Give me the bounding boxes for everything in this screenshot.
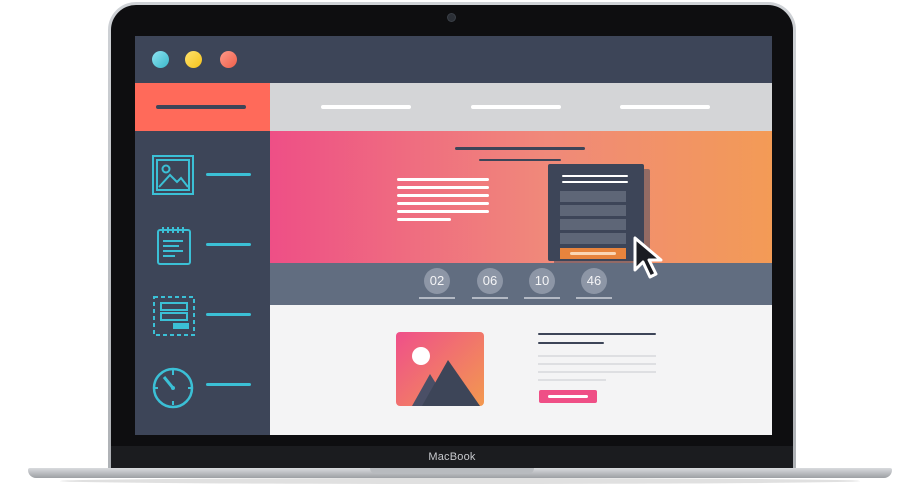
sidebar-item-timer[interactable] — [135, 352, 270, 412]
hero-banner — [270, 131, 772, 263]
content-text-line — [538, 355, 656, 357]
hero-text-line — [397, 186, 489, 189]
form-title-line — [562, 175, 628, 177]
form-submit-button[interactable] — [560, 248, 626, 259]
form-input[interactable] — [560, 191, 626, 202]
hero-text-line — [397, 202, 489, 205]
laptop-shadow — [60, 478, 860, 484]
form-input[interactable] — [560, 219, 626, 230]
countdown-underline — [472, 297, 508, 299]
notepad-icon — [157, 227, 191, 265]
hero-text-line — [397, 218, 451, 221]
cta-button[interactable] — [539, 390, 597, 403]
countdown-value: 06 — [477, 268, 503, 294]
hero-text-line — [397, 194, 489, 197]
sidebar-item-image[interactable] — [135, 142, 270, 202]
sidebar-item-line — [206, 313, 251, 316]
content-text-line — [538, 371, 656, 373]
hero-title-line — [455, 147, 585, 150]
hero-text-line — [397, 210, 489, 213]
sidebar-item-line — [206, 383, 251, 386]
content-text-line — [538, 363, 656, 365]
countdown-value: 46 — [581, 268, 607, 294]
image-icon — [152, 155, 194, 195]
countdown-underline — [419, 297, 455, 299]
form-input[interactable] — [560, 205, 626, 216]
content-section — [270, 305, 772, 435]
content-title-line — [538, 333, 656, 335]
sidebar-header-line — [156, 105, 246, 109]
hero-text-line — [397, 178, 489, 181]
countdown-underline — [576, 297, 612, 299]
hero-subtitle-line — [479, 159, 561, 161]
window-close-button[interactable] — [152, 51, 169, 68]
countdown-value: 02 — [424, 268, 450, 294]
countdown-strip — [270, 263, 772, 305]
sidebar-item-layout[interactable] — [135, 282, 270, 342]
sidebar-item-line — [206, 173, 251, 176]
feature-image — [396, 332, 484, 406]
timer-icon — [152, 367, 194, 409]
brand-label: MacBook — [428, 451, 476, 463]
webcam-icon — [448, 14, 455, 21]
mouse-cursor-icon — [633, 236, 663, 279]
image-placeholder-icon — [412, 347, 480, 406]
content-subtitle-line — [538, 342, 604, 344]
sidebar-item-notepad[interactable] — [135, 212, 270, 272]
nav-item-2[interactable] — [471, 102, 561, 116]
window-maximize-button[interactable] — [220, 51, 237, 68]
countdown-value: 10 — [529, 268, 555, 294]
form-input[interactable] — [560, 233, 626, 244]
form-title-line — [562, 181, 628, 183]
nav-item-3[interactable] — [620, 102, 710, 116]
countdown-underline — [524, 297, 560, 299]
content-text-line — [538, 379, 606, 381]
layout-icon — [153, 296, 195, 336]
sidebar-item-line — [206, 243, 251, 246]
signup-form — [548, 164, 644, 261]
screen: 02 06 10 46 — [135, 36, 772, 435]
laptop-notch — [370, 468, 534, 474]
nav-item-1[interactable] — [321, 102, 411, 116]
window-minimize-button[interactable] — [185, 51, 202, 68]
